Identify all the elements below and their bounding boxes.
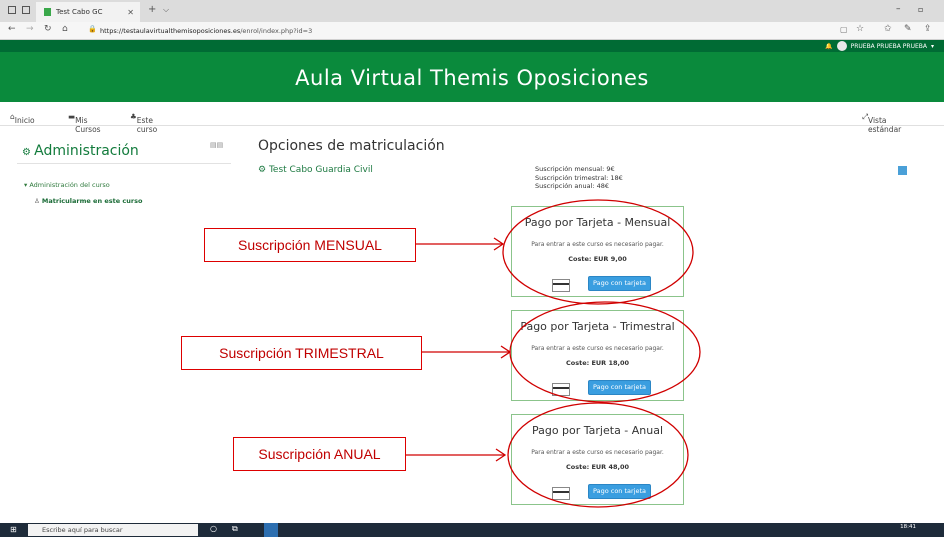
taskbar-search-input[interactable]: Escribe aquí para buscar — [28, 524, 198, 536]
taskbar-search-text: Escribe aquí para buscar — [42, 526, 123, 534]
windows-taskbar: ⊞ Escribe aquí para buscar ○ ⧉ 18:41 — [0, 523, 944, 537]
highlight-ellipse-quarterly — [509, 301, 701, 403]
task-view-icon[interactable]: ⧉ — [232, 524, 238, 534]
highlight-ellipse-annual — [507, 402, 689, 508]
windows-start-icon[interactable]: ⊞ — [10, 525, 17, 534]
edge-app-icon[interactable] — [264, 523, 278, 537]
callout-annual: Suscripción ANUAL — [233, 437, 406, 471]
highlight-ellipse-monthly — [502, 199, 694, 305]
taskbar-clock[interactable]: 18:41 — [900, 524, 916, 530]
callout-quarterly: Suscripción TRIMESTRAL — [181, 336, 422, 370]
cortana-icon[interactable]: ○ — [210, 524, 217, 533]
annotation-overlay — [406, 199, 701, 508]
callout-monthly: Suscripción MENSUAL — [204, 228, 416, 262]
